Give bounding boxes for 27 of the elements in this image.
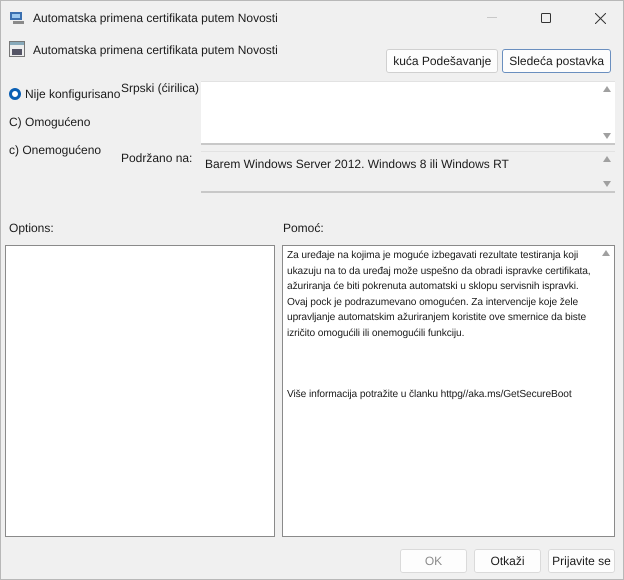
radio-option[interactable]: Nije konfigurisano [9, 85, 121, 103]
comment-label: Srpski (ćirilica) [121, 81, 200, 97]
radio-option[interactable]: c) Onemogućeno [9, 141, 121, 159]
window-title: Automatska primena certifikata putem Novosti [33, 11, 279, 25]
supported-label: Podržano na: [121, 151, 194, 165]
settings-page-icon [9, 41, 25, 57]
help-text: Za uređaje na kojima je moguće izbegavati rezultate testiranja koji ukazuju na to da uređaj može uspešno da obradi ispravke certifikata, ažuriranja će biti pokrenuta automatski u sklopu servisnih ispravki. Ovaj pock je podrazumevano omogućen. Za intervencije koje žele upravljanje automatskim ažuriranjem koristite ove smernice da biste izričito omogućili ili onemogućili funkciju. [287, 249, 592, 340]
header-button[interactable]: kuća Podešavanje [386, 49, 498, 73]
radio-option[interactable]: C) Omogućeno [9, 113, 121, 131]
maximize-icon[interactable] [541, 13, 551, 23]
supported-field: Barem Windows Server 2012. Windows 8 ili Windows RT [201, 151, 615, 193]
close-icon[interactable] [594, 12, 606, 24]
scroll-down-icon[interactable] [603, 181, 611, 187]
dialog-button[interactable]: Prijavite se [548, 549, 615, 573]
computer-icon [9, 10, 25, 26]
options-label: Options: [9, 221, 55, 237]
scroll-up-icon[interactable] [603, 86, 611, 92]
scroll-up-icon[interactable] [603, 156, 611, 162]
help-label: Pomoć: [283, 221, 325, 237]
scroll-down-icon[interactable] [603, 133, 611, 139]
header-button[interactable]: Sledeća postavka [502, 49, 611, 73]
help-text: Više informacija potražite u članku httpg//aka.ms/GetSecureBoot [287, 388, 573, 402]
minimize-icon[interactable] [487, 17, 497, 19]
policy-title: Automatska primena certifikata putem Novosti [33, 43, 279, 57]
dialog-button[interactable]: Otkaži [474, 549, 541, 573]
scroll-up-icon[interactable] [602, 250, 610, 256]
comment-field[interactable] [201, 81, 615, 145]
